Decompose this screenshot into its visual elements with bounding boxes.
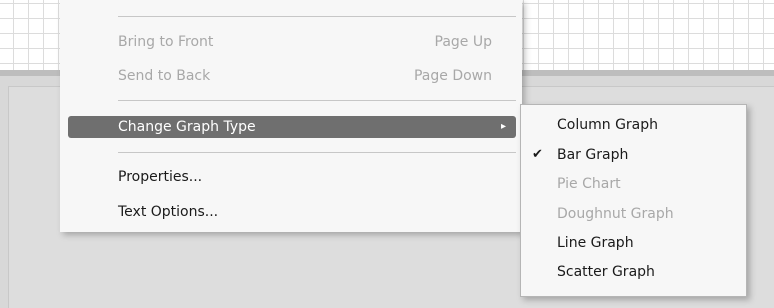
submenu-item-doughnut-graph[interactable]: Doughnut Graph: [521, 202, 746, 226]
submenu-item-bar-graph[interactable]: ✔ Bar Graph: [521, 143, 746, 167]
menu-separator: [118, 16, 516, 17]
submenu-item-label: Column Graph: [557, 117, 659, 133]
menu-item-change-graph-type[interactable]: Change Graph Type ▸: [68, 116, 516, 138]
menu-item-shortcut: Page Up: [434, 34, 492, 50]
submenu-item-label: Line Graph: [557, 235, 634, 251]
submenu-item-label: Bar Graph: [557, 147, 629, 163]
menu-item-properties[interactable]: Properties...: [68, 166, 516, 188]
menu-separator: [118, 100, 516, 101]
menu-item-label: Send to Back: [118, 68, 211, 84]
submenu-item-label: Doughnut Graph: [557, 206, 674, 222]
menu-separator: [118, 152, 516, 153]
submenu-item-label: Scatter Graph: [557, 264, 655, 280]
chevron-right-icon: ▸: [500, 121, 506, 132]
menu-item-shortcut: Page Down: [413, 68, 492, 84]
menu-item-label: Change Graph Type: [118, 119, 256, 135]
menu-item-label: Bring to Front: [118, 34, 214, 50]
submenu-item-column-graph[interactable]: Column Graph: [521, 113, 746, 137]
menu-item-label: Text Options...: [118, 204, 219, 220]
checkmark-icon: ✔: [532, 147, 543, 162]
submenu-item-line-graph[interactable]: Line Graph: [521, 231, 746, 255]
submenu-item-pie-chart[interactable]: Pie Chart: [521, 172, 746, 196]
submenu-item-label: Pie Chart: [557, 176, 621, 192]
menu-item-send-to-back[interactable]: Send to Back Page Down: [68, 65, 516, 87]
context-menu: Bring to Front Page Up Send to Back Page…: [60, 0, 522, 232]
graph-type-submenu: Column Graph ✔ Bar Graph Pie Chart Dough…: [520, 104, 747, 297]
submenu-item-scatter-graph[interactable]: Scatter Graph: [521, 260, 746, 284]
menu-item-text-options[interactable]: Text Options...: [68, 201, 516, 223]
menu-item-bring-to-front[interactable]: Bring to Front Page Up: [68, 31, 516, 53]
menu-item-label: Properties...: [118, 169, 203, 185]
